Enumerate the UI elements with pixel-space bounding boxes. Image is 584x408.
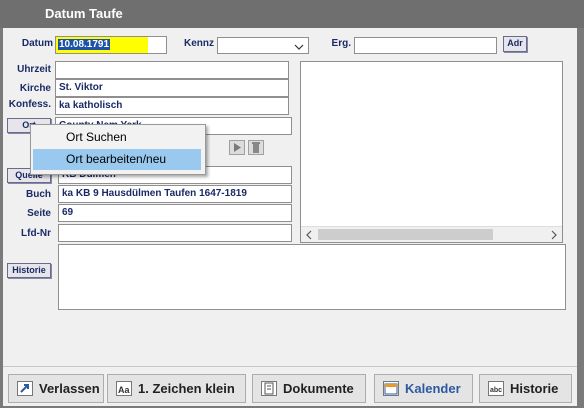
uhrzeit-label: Uhrzeit <box>17 64 51 75</box>
image-list-panel[interactable] <box>300 61 563 243</box>
svg-text:abc: abc <box>490 387 502 394</box>
menu-item-ort-suchen[interactable]: Ort Suchen <box>33 127 201 148</box>
document-icon <box>261 381 277 396</box>
uhrzeit-field[interactable] <box>55 61 289 79</box>
verlassen-label: Verlassen <box>39 381 100 396</box>
adr-button[interactable]: Adr <box>503 36 527 52</box>
seite-value: 69 <box>62 207 74 218</box>
datum-field[interactable]: 10.08.1791 <box>55 36 167 54</box>
datum-label: Datum <box>21 38 53 49</box>
kirche-field[interactable]: St. Viktor <box>55 79 289 97</box>
buch-value: ka KB 9 Hausdülmen Taufen 1647-1819 <box>62 188 247 199</box>
trash-icon <box>252 142 260 153</box>
lfdnr-field[interactable] <box>58 224 292 242</box>
seite-label: Seite <box>27 208 51 219</box>
calendar-icon <box>383 381 399 396</box>
history-icon: abc <box>488 381 504 396</box>
konfess-field[interactable]: ka katholisch <box>55 97 289 115</box>
kirche-label: Kirche <box>19 83 51 94</box>
kalender-button[interactable]: Kalender <box>374 374 473 403</box>
title-bar: Datum Taufe <box>0 0 584 28</box>
horizontal-scrollbar[interactable] <box>301 226 562 242</box>
historie-textarea[interactable] <box>58 244 566 310</box>
menu-item-ort-bearbeiten[interactable]: Ort bearbeiten/neu <box>33 149 201 170</box>
datum-value: 10.08.1791 <box>58 39 111 50</box>
kennz-select[interactable] <box>217 37 309 54</box>
scrollbar-thumb[interactable] <box>318 229 493 240</box>
delete-button[interactable] <box>248 140 264 155</box>
erg-field[interactable] <box>354 37 497 54</box>
kalender-label: Kalender <box>405 381 461 396</box>
seite-field[interactable]: 69 <box>58 204 292 222</box>
chevron-down-icon <box>294 44 304 50</box>
kennz-label: Kennz <box>184 38 214 49</box>
verlassen-button[interactable]: Verlassen <box>8 374 104 403</box>
buch-field[interactable]: ka KB 9 Hausdülmen Taufen 1647-1819 <box>58 185 292 203</box>
scroll-right-icon <box>551 230 557 240</box>
window-title: Datum Taufe <box>45 6 123 21</box>
buch-label: Buch <box>26 189 51 200</box>
historie-label: Historie <box>510 381 559 396</box>
dokumente-label: Dokumente <box>283 381 354 396</box>
kirche-value: St. Viktor <box>59 82 103 93</box>
form-area: Datum 10.08.1791 Kennz Erg. Adr Uhrzeit … <box>3 28 577 406</box>
dokumente-button[interactable]: Dokumente <box>252 374 366 403</box>
play-icon <box>234 143 241 152</box>
bottom-toolbar: Verlassen Aa 1. Zeichen klein Dokumente … <box>3 366 577 406</box>
historie-small-button[interactable]: Historie <box>7 263 51 278</box>
zeichen-klein-label: 1. Zeichen klein <box>138 381 235 396</box>
scroll-left-icon <box>306 230 312 240</box>
exit-icon <box>17 381 33 396</box>
lfdnr-label: Lfd-Nr <box>21 228 51 239</box>
konfess-label: Konfess. <box>8 99 51 110</box>
konfess-value: ka katholisch <box>59 100 123 111</box>
font-size-icon: Aa <box>116 381 132 396</box>
zeichen-klein-button[interactable]: Aa 1. Zeichen klein <box>107 374 246 403</box>
erg-label: Erg. <box>331 38 351 49</box>
historie-button[interactable]: abc Historie <box>479 374 572 403</box>
play-button[interactable] <box>229 140 245 155</box>
svg-text:Aa: Aa <box>118 385 130 395</box>
context-menu: Ort Suchen Ort bearbeiten/neu <box>30 124 206 175</box>
